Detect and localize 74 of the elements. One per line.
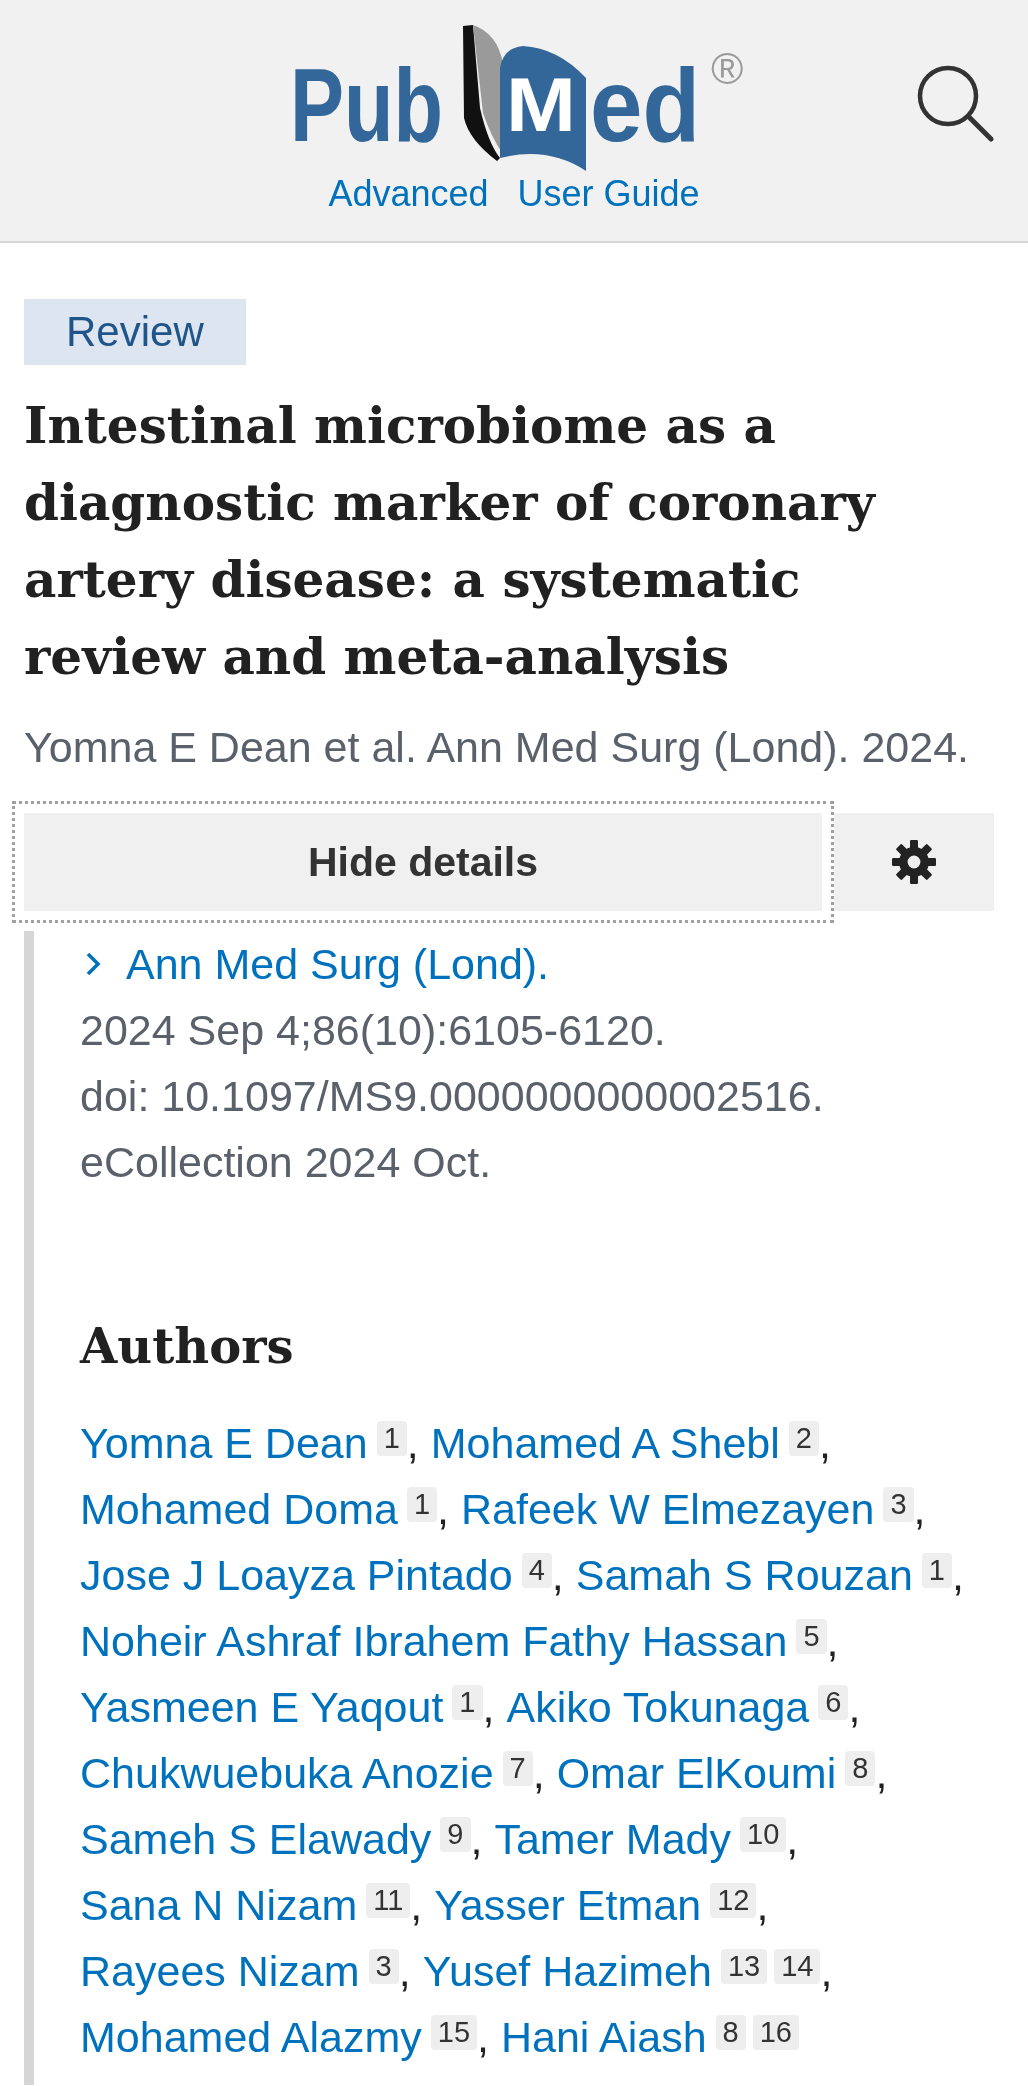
affiliation-link[interactable]: 1 <box>452 1685 483 1720</box>
comma-text: , <box>818 1419 831 1467</box>
comma-text: , <box>477 2013 489 2061</box>
journal-link[interactable]: Ann Med Surg (Lond). <box>80 931 550 997</box>
affiliation-link[interactable]: 11 <box>366 1883 411 1918</box>
author-link[interactable]: Sameh S Elawady <box>80 1815 432 1863</box>
affiliation-link[interactable]: 16 <box>752 2015 799 2050</box>
comma-text: , <box>406 1419 419 1467</box>
author-link[interactable]: Mohamed A Shebl <box>430 1419 780 1467</box>
author-link[interactable]: Rayees Nizam <box>80 1947 360 1995</box>
author-link[interactable]: Jose J Loayza Pintado <box>80 1551 513 1599</box>
affiliation-link[interactable]: 1 <box>921 1553 952 1588</box>
gear-icon <box>892 840 936 884</box>
comma-text: , <box>532 1749 545 1797</box>
author-link[interactable]: Mohamed Alazmy <box>80 2013 422 2061</box>
citation-detail-text: 2024 Sep 4;86(10):6105-6120. <box>80 1005 666 1056</box>
author-link[interactable]: Hani Aiash <box>501 2013 707 2061</box>
authors-heading: Authors <box>80 1317 294 1376</box>
affiliation-link[interactable]: 5 <box>796 1619 827 1654</box>
comma-text: , <box>756 1881 769 1929</box>
site-logo[interactable]: Pub M ed® <box>283 18 753 175</box>
comma-text: , <box>551 1551 564 1599</box>
author-link[interactable]: Sana N Nizam <box>80 1881 358 1929</box>
affiliation-link[interactable]: 12 <box>710 1883 757 1918</box>
citation-text: Yomna E Dean et al. Ann Med Surg (Lond). 2024. <box>24 722 970 772</box>
affiliation-link[interactable]: 8 <box>845 1751 876 1786</box>
affiliation-link[interactable]: 3 <box>883 1487 914 1522</box>
settings-button[interactable] <box>834 813 994 911</box>
affiliation-link[interactable]: 13 <box>720 1949 768 1984</box>
affiliation-link[interactable]: 15 <box>430 2015 478 2050</box>
author-link[interactable]: Omar ElKoumi <box>556 1749 837 1797</box>
affiliation-link[interactable]: 1 <box>376 1421 407 1456</box>
affiliation-link[interactable]: 2 <box>788 1421 819 1456</box>
comma-text: , <box>482 1683 495 1731</box>
author-link[interactable]: Chukwuebuka Anozie <box>80 1749 494 1797</box>
author-link[interactable]: Noheir Ashraf Ibrahem Fathy Hassan <box>80 1617 788 1665</box>
affiliation-link[interactable]: 3 <box>368 1949 399 1984</box>
affiliation-link[interactable]: 9 <box>440 1817 471 1852</box>
article-title: Intestinal microbiome as a diagnostic marker of coronary artery disease: a systematic review and meta-analysis <box>24 395 877 688</box>
author-link[interactable]: Yomna E Dean <box>80 1419 368 1467</box>
comma-text: , <box>875 1749 888 1797</box>
comma-text: , <box>826 1617 839 1665</box>
comma-text: , <box>820 1947 833 1995</box>
comma-text: , <box>913 1485 926 1533</box>
search-icon[interactable] <box>916 64 994 142</box>
affiliation-link[interactable]: 10 <box>740 1817 787 1852</box>
comma-text: , <box>470 1815 483 1863</box>
comma-text: , <box>786 1815 799 1863</box>
author-link[interactable]: Mohamed Doma <box>80 1485 398 1533</box>
chevron-icon <box>85 951 101 977</box>
citation-detail-text: eCollection 2024 Oct. <box>80 1137 492 1188</box>
citation-detail-text: doi: 10.1097/MS9.0000000000002516. <box>80 1071 824 1122</box>
affiliation-link[interactable]: 14 <box>774 1949 821 1984</box>
author-link[interactable]: Yasmeen E Yaqout <box>80 1683 444 1731</box>
author-link[interactable]: Akiko Tokunaga <box>506 1683 810 1731</box>
affiliation-link[interactable]: 8 <box>715 2015 746 2050</box>
header-link[interactable]: Advanced <box>328 175 489 213</box>
author-link[interactable]: Rafeek W Elmezayen <box>460 1485 875 1533</box>
comma-text: , <box>398 1947 411 1995</box>
affiliation-link[interactable]: 4 <box>521 1553 552 1588</box>
author-link[interactable]: Tamer Mady <box>494 1815 732 1863</box>
author-link[interactable]: Yasser Etman <box>434 1881 702 1929</box>
comma-text: , <box>410 1881 423 1929</box>
comma-text: , <box>437 1485 449 1533</box>
hide-details-button[interactable]: Hide details <box>24 813 822 911</box>
publication-type-tag: Review <box>24 299 246 365</box>
affiliation-link[interactable]: 7 <box>502 1751 533 1786</box>
comma-text: , <box>848 1683 861 1731</box>
comma-text: , <box>951 1551 964 1599</box>
author-link[interactable]: Samah S Rouzan <box>575 1551 913 1599</box>
author-link[interactable]: Yusef Hazimeh <box>422 1947 712 1995</box>
header-link[interactable]: User Guide <box>517 175 700 213</box>
affiliation-link[interactable]: 6 <box>818 1685 849 1720</box>
affiliation-link[interactable]: 1 <box>406 1487 437 1522</box>
